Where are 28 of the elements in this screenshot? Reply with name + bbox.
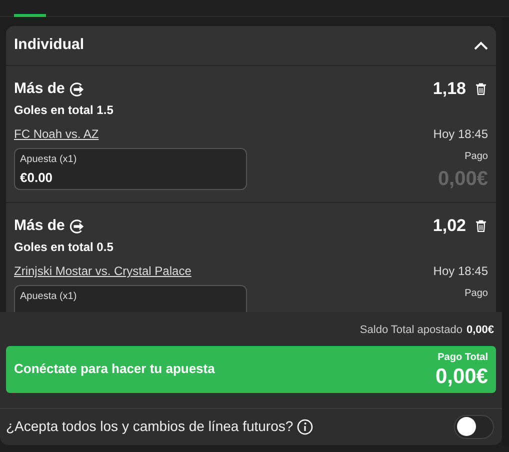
total-stake-value: 0,00€: [466, 323, 494, 338]
bet-selection: Más de: [14, 216, 65, 236]
odds: 1,02: [432, 215, 466, 238]
stake-value: €0.00: [20, 169, 54, 187]
accept-changes-label: ¿Acepta todos los y cambios de línea futuros?: [6, 417, 294, 436]
stake-label: Apuesta (x1): [20, 290, 78, 304]
trash-icon[interactable]: [476, 83, 486, 95]
market-name: Goles en total 0.5: [14, 239, 114, 256]
trash-icon[interactable]: [476, 220, 486, 232]
arrow-circle-icon: [68, 80, 86, 98]
total-stake-label: Saldo Total apostado: [360, 323, 462, 338]
accept-toggle[interactable]: [454, 414, 494, 438]
match-link[interactable]: Zrinjski Mostar vs. Crystal Palace: [14, 262, 192, 280]
stake-label: Apuesta (x1): [20, 153, 78, 167]
info-icon[interactable]: [297, 418, 314, 434]
stake-field[interactable]: Apuesta (x1): [14, 285, 247, 312]
match-link[interactable]: FC Noah vs. AZ: [14, 125, 99, 143]
stake-field[interactable]: Apuesta (x1) €0.00: [14, 148, 247, 190]
payout-label: Pago: [464, 287, 488, 301]
match-time: Hoy 18:45: [433, 126, 488, 143]
chevron-icon[interactable]: [474, 41, 488, 50]
bet-selection: Más de: [14, 78, 65, 99]
arrow-circle-icon: [68, 218, 86, 234]
market-name: Goles en total 1.5: [14, 102, 114, 119]
section-title: Individual: [14, 35, 84, 56]
odds: 1,18: [432, 78, 466, 100]
payout-label: Pago: [464, 150, 488, 164]
match-time: Hoy 18:45: [433, 263, 488, 280]
